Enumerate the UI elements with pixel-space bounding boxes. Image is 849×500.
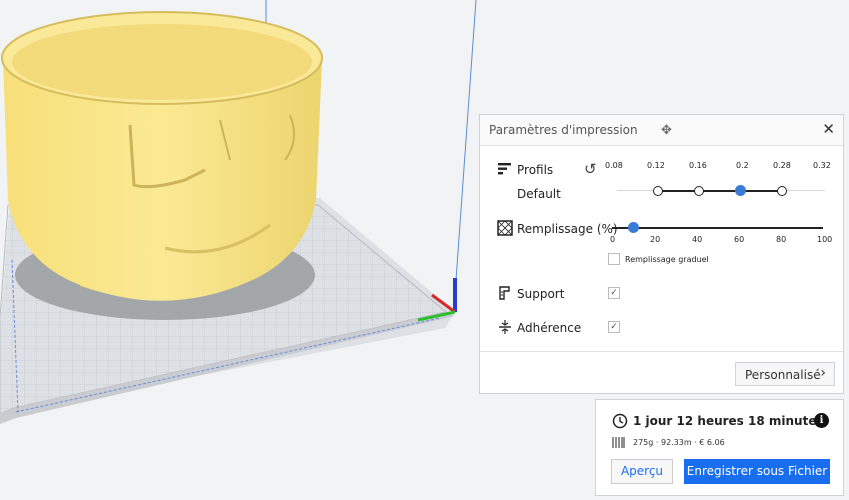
profiles-label: Profils [517, 163, 554, 177]
infill-icon [497, 220, 513, 236]
infill-handle[interactable] [628, 222, 639, 233]
layer-height-active-track [658, 190, 783, 192]
infill-track [612, 227, 823, 229]
layer-height-label: 0.16 [689, 161, 707, 170]
layer-height-label: 0.28 [773, 161, 791, 170]
infill-slider[interactable]: 0 20 40 60 80 100 [610, 219, 833, 249]
reset-icon[interactable]: ↺ [584, 160, 597, 178]
infill-tick-label: 60 [734, 235, 745, 244]
support-checkbox[interactable]: ✓ [608, 287, 620, 299]
layer-height-option[interactable] [653, 186, 663, 196]
layer-height-handle[interactable] [735, 185, 746, 196]
adhesion-checkbox[interactable]: ✓ [608, 321, 620, 333]
layer-height-label: 0.08 [605, 161, 623, 170]
chevron-right-icon: › [820, 365, 826, 381]
custom-button-label: Personnalisé [745, 368, 821, 382]
gradual-infill-checkbox[interactable] [608, 253, 620, 265]
infill-tick-label: 20 [650, 235, 661, 244]
panel-title: Paramètres d'impression [489, 123, 638, 137]
panel-divider [480, 351, 843, 352]
custom-button[interactable]: Personnalisé › [735, 362, 835, 386]
output-panel: 1 jour 12 heures 18 minutes i 275g · 92.… [595, 399, 844, 496]
cup-model[interactable] [1, 11, 323, 301]
support-icon [499, 286, 510, 300]
layer-height-label: 0.32 [813, 161, 831, 170]
print-time: 1 jour 12 heures 18 minutes [633, 414, 824, 428]
layer-height-slider[interactable]: 0.08 0.12 0.16 0.2 0.28 0.32 [605, 157, 835, 197]
clock-icon [612, 413, 628, 429]
layer-height-label: 0.12 [647, 161, 665, 170]
build-volume-edge [455, 0, 477, 281]
save-to-file-button[interactable]: Enregistrer sous Fichier [684, 459, 830, 484]
layer-height-option[interactable] [694, 186, 704, 196]
gradual-infill-label: Remplissage graduel [625, 255, 709, 264]
profiles-icon [498, 163, 511, 175]
layer-height-label: 0.2 [736, 161, 749, 170]
layer-height-option[interactable] [777, 186, 787, 196]
infill-label: Remplissage (%) [517, 222, 618, 236]
support-label: Support [517, 287, 565, 301]
profile-value[interactable]: Default [517, 187, 561, 201]
infill-tick-label: 100 [817, 235, 833, 244]
close-icon[interactable]: ✕ [822, 120, 835, 138]
move-icon[interactable]: ✥ [661, 124, 672, 137]
preview-button[interactable]: Aperçu [611, 459, 673, 484]
infill-tick-label: 0 [610, 235, 616, 244]
info-icon[interactable]: i [814, 413, 829, 428]
adhesion-label: Adhérence [517, 321, 582, 335]
material-estimate: 275g · 92.33m · € 6.06 [633, 438, 725, 447]
print-settings-panel: Paramètres d'impression ✥ ✕ Profils Defa… [479, 114, 844, 394]
adhesion-icon [499, 320, 511, 334]
infill-tick-label: 40 [692, 235, 703, 244]
filament-icon [612, 437, 625, 448]
panel-header[interactable]: Paramètres d'impression ✥ ✕ [480, 115, 843, 146]
infill-tick-label: 80 [776, 235, 787, 244]
